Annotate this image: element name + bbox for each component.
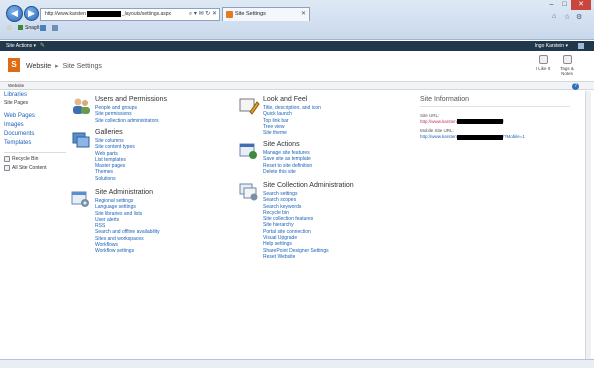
users-icon (73, 98, 90, 114)
title-area: S Website ▸ Site Settings I Like It Tags… (0, 51, 594, 81)
back-button[interactable]: ◀ (6, 5, 23, 22)
site-url-suffix: / (502, 119, 505, 124)
edit-page-icon[interactable]: ✎ (40, 42, 45, 50)
look-feel-icon (239, 98, 260, 115)
ribbon-bar: Site Actions ▾ ✎ Ingo Karstein ▾ (0, 41, 594, 51)
nav-site-pages[interactable]: Site Pages (4, 100, 66, 106)
recycle-bin-label: Recycle Bin (12, 156, 39, 162)
redacted-block (86, 10, 121, 17)
mobile-url-label: Mobile Site URL: (420, 128, 454, 134)
nav-divider (4, 152, 66, 153)
favorites-bar: ☆ SnagIt (0, 24, 594, 34)
tab-close-icon[interactable]: ✕ (301, 8, 306, 21)
collection-admin-heading: Site Collection Administration (263, 182, 354, 189)
close-window-button[interactable]: ✕ (571, 0, 591, 10)
link-workflow-settings[interactable]: Workflow settings (95, 248, 160, 254)
users-heading: Users and Permissions (95, 96, 167, 103)
galleries-heading: Galleries (95, 129, 123, 136)
i-like-it-label: I Like It (535, 66, 551, 71)
mobile-url-suffix: /?Mobile=1 (502, 134, 525, 140)
breadcrumb-site-link[interactable]: Website (26, 63, 51, 70)
redacted-block (456, 119, 503, 125)
nav-images[interactable]: Images (4, 122, 66, 128)
page-title: Site Settings (62, 63, 102, 70)
address-bar[interactable]: http://www.karsten _layouts/settings.aspx… (40, 8, 220, 21)
site-admin-icon (71, 191, 89, 207)
site-actions-menu[interactable]: Site Actions ▾ (6, 41, 36, 51)
breadcrumb-separator: ▸ (55, 63, 59, 70)
tags-notes-button[interactable]: Tags & Notes (556, 55, 578, 76)
minimize-button[interactable]: – (545, 0, 558, 10)
tag-icon (562, 55, 572, 64)
link-site-theme[interactable]: Site theme (263, 130, 321, 136)
sharepoint-tab-icon (226, 11, 233, 18)
all-content-icon (4, 165, 10, 171)
address-prefix: http://www.karsten (45, 11, 86, 17)
top-link-bar: Website (0, 81, 594, 90)
recycle-bin-icon (4, 156, 10, 162)
redacted-block (456, 134, 503, 140)
link-solutions[interactable]: Solutions (95, 176, 135, 182)
site-admin-heading: Site Administration (95, 189, 153, 196)
site-actions-icon (239, 143, 257, 159)
user-menu[interactable]: Ingo Karstein ▾ (535, 41, 568, 51)
vertical-scrollbar[interactable] (585, 91, 591, 359)
breadcrumb: Website ▸ Site Settings (26, 62, 102, 70)
snagit-link[interactable]: SnagIt (25, 24, 39, 33)
home-icon[interactable]: ⌂ (552, 13, 556, 20)
link-save-site-template[interactable]: Save site as template (263, 156, 312, 162)
site-information-panel: Site Information Site URL: http://www.ka… (420, 96, 570, 140)
link-reset-website[interactable]: Reset Website (263, 254, 329, 260)
look-feel-heading: Look and Feel (263, 96, 308, 103)
site-actions-heading: Site Actions (263, 141, 300, 148)
tab-site-settings[interactable]: Site Settings ✕ (222, 7, 310, 21)
favorites-star-icon[interactable]: ☆ (6, 24, 12, 33)
link-search-offline[interactable]: Search and offline availability (95, 229, 160, 235)
site-url-link[interactable]: http://www.karsten / (420, 119, 570, 125)
address-suffix: _layouts/settings.aspx (121, 11, 172, 17)
snagit-icon (18, 25, 23, 30)
nav-recycle-bin[interactable]: Recycle Bin (4, 156, 66, 162)
forward-button[interactable]: ▶ (24, 6, 39, 21)
link-delete-site[interactable]: Delete this site (263, 169, 312, 175)
maximize-button[interactable]: □ (558, 0, 571, 10)
site-info-heading: Site Information (420, 96, 570, 107)
star-icon[interactable]: ☆ (564, 13, 570, 21)
nav-all-site-content[interactable]: All Site Content (4, 165, 66, 171)
galleries-icon (72, 132, 90, 148)
status-bar (0, 359, 594, 368)
nav-libraries[interactable]: Libraries (4, 92, 66, 98)
top-link-website[interactable]: Website (8, 83, 24, 88)
thumbs-up-icon (538, 55, 548, 64)
toolbar-icon-2[interactable] (52, 25, 58, 31)
all-content-label: All Site Content (12, 165, 47, 171)
help-icon[interactable]: ? (572, 83, 579, 90)
link-site-content-types[interactable]: Site content types (95, 144, 135, 150)
gear-icon[interactable]: ⚙ (576, 13, 582, 21)
site-url-label: Site URL: (420, 113, 440, 118)
nav-web-pages[interactable]: Web Pages (4, 113, 66, 119)
tags-notes-label: Tags & Notes (560, 66, 574, 76)
nav-templates[interactable]: Templates (4, 140, 66, 146)
quick-launch: Libraries Site Pages Web Pages Images Do… (4, 92, 66, 196)
mobile-url-prefix: http://www.karsten (420, 134, 457, 140)
sharepoint-logo: S (8, 58, 20, 72)
nav-documents[interactable]: Documents (4, 131, 66, 137)
browser-chrome: ◀ ▶ http://www.karsten _layouts/settings.… (0, 0, 594, 40)
tab-title: Site Settings (235, 11, 266, 17)
link-reset-site-definition[interactable]: Reset to site definition (263, 163, 312, 169)
mobile-url-link[interactable]: http://www.karsten /?Mobile=1 (420, 134, 570, 140)
user-status-icon[interactable] (578, 43, 584, 49)
toolbar-icon-1[interactable] (40, 25, 46, 31)
address-actions[interactable]: ⌕ ▾ ✉ ↻ ✕ (189, 9, 217, 20)
site-url-prefix: http://www.karsten (420, 119, 457, 124)
i-like-it-button[interactable]: I Like It (532, 55, 554, 71)
site-collection-icon (239, 183, 258, 201)
link-site-collection-admins[interactable]: Site collection administrators (95, 118, 159, 124)
